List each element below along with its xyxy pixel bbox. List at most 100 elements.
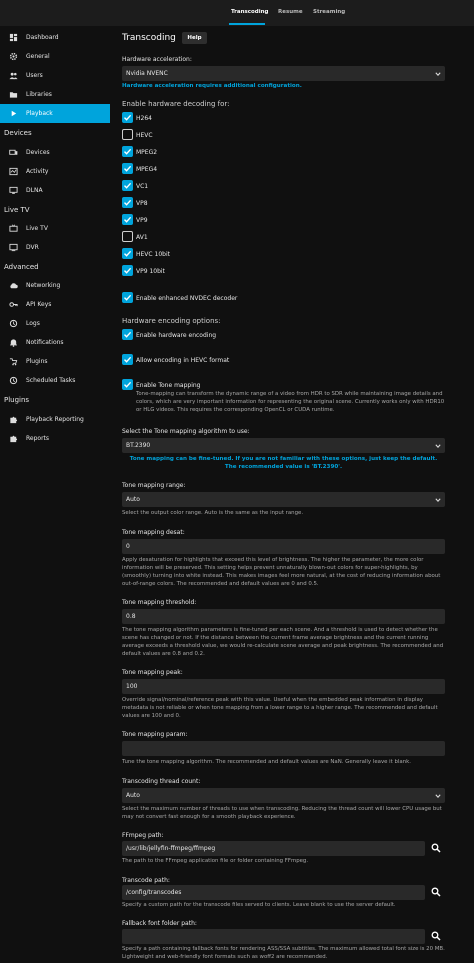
play-icon: [9, 109, 18, 118]
sidebar-item-apikeys[interactable]: API Keys: [0, 295, 110, 314]
sidebar-item-label: DLNA: [26, 187, 43, 194]
activity-icon: [9, 167, 18, 176]
tv-icon: [9, 224, 18, 233]
sidebar-item-logs[interactable]: Logs: [0, 314, 110, 333]
sidebar-item-label: Reports: [26, 435, 50, 442]
decoder-label: HEVC: [136, 132, 153, 139]
tm-desat-description: Apply desaturation for highlights that e…: [122, 557, 441, 588]
sidebar-item-dashboard[interactable]: Dashboard: [0, 28, 110, 47]
sidebar-item-label: Devices: [26, 149, 50, 156]
tm-peak-input[interactable]: 100: [122, 679, 445, 694]
fallback-font-label: Fallback font folder path:: [122, 920, 197, 927]
tm-algorithm-label: Select the Tone mapping algorithm to use…: [122, 428, 250, 435]
sidebar-item-label: Dashboard: [26, 34, 59, 41]
chevron-down-icon: [435, 72, 441, 77]
sidebar-item-playback-reporting[interactable]: Playback Reporting: [0, 410, 110, 429]
ffmpeg-path-input[interactable]: /usr/lib/jellyfin-ffmpeg/ffmpeg: [122, 841, 425, 856]
sidebar-item-scheduled-tasks[interactable]: Scheduled Tasks: [0, 371, 110, 390]
search-icon[interactable]: [431, 887, 441, 897]
sidebar-item-playback[interactable]: Playback: [0, 104, 110, 123]
decoder-checkbox-vp9[interactable]: [122, 214, 133, 225]
tm-desat-input[interactable]: 0: [122, 539, 445, 554]
decoder-checkbox-vp8[interactable]: [122, 197, 133, 208]
key-icon: [9, 300, 18, 309]
sidebar-item-activity[interactable]: Activity: [0, 162, 110, 181]
sidebar-item-label: Users: [26, 72, 43, 79]
clock-icon: [9, 376, 18, 385]
plug-icon: [9, 357, 18, 366]
logs-icon: [9, 319, 18, 328]
decoder-checkbox-vc1[interactable]: [122, 180, 133, 191]
transcode-path-input[interactable]: /config/transcodes: [122, 885, 425, 900]
sidebar-item-notifications[interactable]: Notifications: [0, 333, 110, 352]
sidebar-item-label: Notifications: [26, 339, 64, 346]
nvdec-checkbox[interactable]: [122, 292, 133, 303]
sidebar-item-label: Playback: [26, 110, 53, 117]
sidebar-item-label: Libraries: [26, 91, 52, 98]
sidebar-item-general[interactable]: General: [0, 47, 110, 66]
users-icon: [9, 71, 18, 80]
sidebar-section-devices: Devices: [4, 129, 32, 137]
transcode-path-label: Transcode path:: [122, 877, 170, 884]
decoder-label: VP9: [136, 217, 148, 224]
decoder-label: VC1: [136, 183, 149, 190]
decoder-label: VP9 10bit: [136, 268, 165, 275]
thread-count-description: Select the maximum number of threads to …: [122, 806, 442, 821]
nvdec-label: Enable enhanced NVDEC decoder: [136, 295, 238, 302]
tm-param-label: Tone mapping param:: [122, 731, 188, 738]
tm-range-select[interactable]: Auto: [122, 492, 445, 507]
decoder-checkbox-av1[interactable]: [122, 231, 133, 242]
decoder-checkbox-mpeg2[interactable]: [122, 146, 133, 157]
hw-accel-select[interactable]: Nvidia NVENC: [122, 66, 445, 81]
sidebar-item-label: Logs: [26, 320, 40, 327]
transcode-path-description: Specify a custom path for the transcode …: [122, 902, 396, 908]
sidebar-item-label: Networking: [26, 282, 61, 289]
enable-hw-encoding-checkbox[interactable]: [122, 329, 133, 340]
sidebar-item-label: API Keys: [26, 301, 52, 308]
hw-accel-label: Hardware acceleration:: [122, 56, 192, 63]
sidebar-item-label: General: [26, 53, 50, 60]
tm-threshold-input[interactable]: 0.8: [122, 609, 445, 624]
sidebar-section-livetv: Live TV: [4, 206, 30, 214]
tab-transcoding[interactable]: Transcoding: [231, 9, 268, 15]
search-icon[interactable]: [431, 931, 441, 941]
sidebar-item-plugins[interactable]: Plugins: [0, 352, 110, 371]
sidebar-item-networking[interactable]: Networking: [0, 276, 110, 295]
tab-streaming[interactable]: Streaming: [313, 9, 345, 15]
thread-count-select[interactable]: Auto: [122, 788, 445, 803]
dlna-icon: [9, 186, 18, 195]
help-button[interactable]: Help: [182, 32, 207, 44]
sidebar-item-reports[interactable]: Reports: [0, 429, 110, 448]
tm-param-input[interactable]: [122, 741, 445, 756]
sidebar-section-plugins: Plugins: [4, 396, 30, 404]
chevron-down-icon: [435, 498, 441, 503]
sidebar-item-label: Live TV: [26, 225, 48, 232]
decoder-checkbox-mpeg4[interactable]: [122, 163, 133, 174]
decoder-checkbox-vp9-10bit[interactable]: [122, 265, 133, 276]
tm-algorithm-select[interactable]: BT.2390: [122, 438, 445, 453]
decoder-label: H264: [136, 115, 152, 122]
sidebar: Dashboard General Users Libraries Playba…: [0, 26, 110, 963]
main-content: Transcoding Help Hardware acceleration: …: [110, 26, 474, 963]
tm-threshold-label: Tone mapping threshold:: [122, 599, 197, 606]
enable-tone-mapping-checkbox[interactable]: [122, 379, 133, 390]
allow-hevc-checkbox[interactable]: [122, 354, 133, 365]
decoder-checkbox-hevc-10bit[interactable]: [122, 248, 133, 259]
search-icon[interactable]: [431, 843, 441, 853]
sidebar-item-devices[interactable]: Devices: [0, 143, 110, 162]
sidebar-item-users[interactable]: Users: [0, 66, 110, 85]
ffmpeg-path-description: The path to the FFmpeg application file …: [122, 858, 309, 864]
tm-algorithm-note: Tone mapping can be fine-tuned. If you a…: [129, 456, 438, 470]
fallback-font-input[interactable]: [122, 929, 425, 944]
devices-icon: [9, 148, 18, 157]
decoder-label: MPEG4: [136, 166, 158, 173]
tm-peak-description: Override signal/nominal/reference peak w…: [122, 697, 438, 720]
sidebar-item-livetv[interactable]: Live TV: [0, 219, 110, 238]
decoder-checkbox-h264[interactable]: [122, 112, 133, 123]
tab-resume[interactable]: Resume: [278, 9, 303, 15]
sidebar-item-libraries[interactable]: Libraries: [0, 85, 110, 104]
decoder-checkbox-hevc[interactable]: [122, 129, 133, 140]
thread-count-value: Auto: [126, 792, 140, 799]
sidebar-item-dvr[interactable]: DVR: [0, 238, 110, 257]
sidebar-item-dlna[interactable]: DLNA: [0, 181, 110, 200]
